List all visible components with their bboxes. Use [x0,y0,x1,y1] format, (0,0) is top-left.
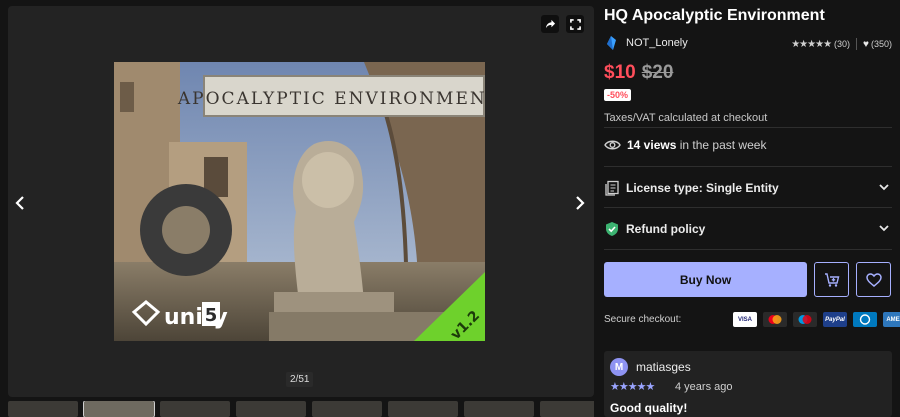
image-counter: 2/51 [286,372,314,387]
license-label: License type: Single Entity [626,181,779,195]
discount-badge: -50% [604,89,632,101]
payment-methods: VISA PayPal AMEX [733,312,900,327]
sale-price: $10 [604,62,636,83]
mastercard-icon [763,312,787,327]
product-details-panel: HQ Apocalyptic Environment NOT_Lonely ★★… [604,0,900,417]
license-icon [605,180,619,196]
heart-icon [865,272,882,287]
favorites-count: (350) [870,39,892,49]
views-count: 14 views [627,138,677,152]
thumbnail[interactable] [160,401,230,417]
visa-card-icon: VISA [733,312,757,327]
rating-count: (30) [834,39,851,49]
thumbnail[interactable] [540,401,594,417]
vat-note: Taxes/VAT calculated at checkout [604,112,768,124]
shield-check-icon [606,222,618,236]
eye-icon [604,140,621,150]
divider [604,249,892,250]
cart-add-icon [824,272,839,287]
thumbnail-strip [8,401,594,417]
secure-checkout-label: Secure checkout: [604,314,682,325]
chevron-left-icon [15,196,24,210]
fullscreen-icon [569,18,581,30]
review-title: Good quality! [610,401,688,415]
thumbnail-active[interactable] [83,401,155,417]
divider [604,166,892,167]
review-stars: ★★★★★ [610,381,655,393]
heart-icon: ♥ [863,38,869,50]
review-time: 4 years ago [675,381,733,393]
thumbnail[interactable] [312,401,382,417]
refund-label: Refund policy [626,222,706,236]
previous-image-button[interactable] [10,191,30,215]
thumbnail[interactable] [388,401,458,417]
next-image-button[interactable] [570,191,590,215]
original-price: $20 [641,62,674,83]
chevron-down-icon [879,184,889,191]
share-button[interactable] [541,15,559,33]
media-gallery: APOCALYPTIC ENVIRONMENT v1.2 unity 5 2/5… [8,6,594,397]
amex-card-icon: AMEX [883,312,900,327]
rating-stars: ★★★★★ [791,38,832,50]
publisher-logo-icon [607,36,616,50]
share-icon [545,19,555,28]
thumbnail[interactable] [8,401,78,417]
thumbnail[interactable] [464,401,534,417]
thumbnail[interactable] [236,401,306,417]
divider [604,127,892,128]
publisher-link[interactable]: NOT_Lonely [604,36,688,50]
chevron-down-icon [879,225,889,232]
svg-text:5: 5 [205,305,218,326]
license-accordion[interactable]: License type: Single Entity [604,177,892,199]
publisher-name: NOT_Lonely [626,37,688,49]
wishlist-button[interactable] [856,262,891,297]
fullscreen-button[interactable] [566,15,584,33]
refund-accordion[interactable]: Refund policy [604,218,892,240]
product-page: APOCALYPTIC ENVIRONMENT v1.2 unity 5 2/5… [0,0,900,417]
diners-card-icon [853,312,877,327]
views-info: 14 views in the past week [604,138,766,152]
reviewer-name[interactable]: matiasges [636,360,691,374]
maestro-card-icon [793,312,817,327]
buy-now-button[interactable]: Buy Now [604,262,807,297]
hero-image: APOCALYPTIC ENVIRONMENT v1.2 unity 5 [114,62,485,341]
chevron-right-icon [576,196,585,210]
divider [856,38,858,50]
paypal-card-icon: PayPal [823,312,847,327]
avatar: M [610,358,628,376]
product-title: HQ Apocalyptic Environment [604,7,825,24]
price-block: $10 $20 [604,62,673,84]
review-card: M matiasges ★★★★★ 4 years ago Good quali… [604,351,892,417]
divider [604,207,892,208]
add-to-cart-button[interactable] [814,262,849,297]
rating-summary[interactable]: ★★★★★ (30) ♥ (350) [791,38,892,50]
apocalyptic-scene-illustration: APOCALYPTIC ENVIRONMENT v1.2 unity 5 [114,62,485,341]
views-suffix: in the past week [679,138,767,152]
hero-sign-text: APOCALYPTIC ENVIRONMENT [177,89,485,109]
